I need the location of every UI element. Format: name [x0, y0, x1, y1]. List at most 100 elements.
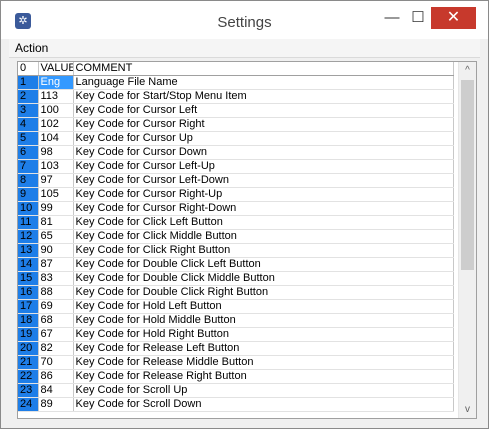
row-index-cell[interactable]: 12	[18, 229, 39, 244]
value-cell[interactable]: 68	[38, 313, 74, 328]
comment-cell[interactable]: Key Code for Cursor Down	[73, 145, 454, 160]
row-index-cell[interactable]: 6	[18, 145, 39, 160]
value-cell[interactable]: 67	[38, 327, 74, 342]
value-cell[interactable]: 82	[38, 341, 74, 356]
row-index-cell[interactable]: 15	[18, 271, 39, 286]
comment-cell[interactable]: Key Code for Release Middle Button	[73, 355, 454, 370]
row-index-cell[interactable]: 1	[18, 75, 39, 90]
value-cell[interactable]: 98	[38, 145, 74, 160]
comment-cell[interactable]: Key Code for Cursor Left-Down	[73, 173, 454, 188]
comment-cell[interactable]: Key Code for Hold Left Button	[73, 299, 454, 314]
comment-cell[interactable]: Key Code for Double Click Middle Button	[73, 271, 454, 286]
table-row[interactable]: 18 68 Key Code for Hold Middle Button	[18, 313, 454, 328]
value-cell[interactable]: 65	[38, 229, 74, 244]
settings-grid[interactable]: 0 VALUE COMMENT 1 Eng Language File Name 2 1…	[17, 61, 477, 419]
comment-cell[interactable]: Key Code for Scroll Up	[73, 383, 454, 398]
comment-cell[interactable]: Key Code for Start/Stop Menu Item	[73, 89, 454, 104]
row-index-cell[interactable]: 24	[18, 397, 39, 412]
comment-cell[interactable]: Key Code for Cursor Up	[73, 131, 454, 146]
table-row[interactable]: 10 99 Key Code for Cursor Right-Down	[18, 201, 454, 216]
row-index-cell[interactable]: 18	[18, 313, 39, 328]
table-row[interactable]: 24 89 Key Code for Scroll Down	[18, 397, 454, 412]
table-row[interactable]: 17 69 Key Code for Hold Left Button	[18, 299, 454, 314]
value-cell[interactable]: 90	[38, 243, 74, 258]
scrollbar-thumb[interactable]	[461, 80, 474, 270]
table-row[interactable]: 8 97 Key Code for Cursor Left-Down	[18, 173, 454, 188]
value-cell[interactable]: 69	[38, 299, 74, 314]
row-index-cell[interactable]: 11	[18, 215, 39, 230]
maximize-button[interactable]: ☐	[405, 7, 431, 29]
row-index-cell[interactable]: 17	[18, 299, 39, 314]
value-cell[interactable]: 87	[38, 257, 74, 272]
row-index-cell[interactable]: 7	[18, 159, 39, 174]
table-row[interactable]: 20 82 Key Code for Release Left Button	[18, 341, 454, 356]
table-row[interactable]: 16 88 Key Code for Double Click Right Butt…	[18, 285, 454, 300]
value-cell[interactable]: 88	[38, 285, 74, 300]
title-bar[interactable]: ✲ Settings — ☐ ✕	[1, 1, 488, 39]
row-index-cell[interactable]: 9	[18, 187, 39, 202]
value-cell[interactable]: 105	[38, 187, 74, 202]
row-index-cell[interactable]: 4	[18, 117, 39, 132]
row-index-cell[interactable]: 8	[18, 173, 39, 188]
value-cell[interactable]: 86	[38, 369, 74, 384]
comment-cell[interactable]: Key Code for Cursor Right-Down	[73, 201, 454, 216]
value-cell[interactable]: 81	[38, 215, 74, 230]
column-header-index[interactable]: 0	[18, 62, 39, 76]
comment-cell[interactable]: Key Code for Cursor Right-Up	[73, 187, 454, 202]
comment-cell[interactable]: Key Code for Hold Right Button	[73, 327, 454, 342]
comment-cell[interactable]: Key Code for Release Right Button	[73, 369, 454, 384]
value-cell[interactable]: 99	[38, 201, 74, 216]
row-index-cell[interactable]: 3	[18, 103, 39, 118]
row-index-cell[interactable]: 22	[18, 369, 39, 384]
menu-item-action[interactable]: Action	[15, 41, 48, 55]
value-cell[interactable]: 103	[38, 159, 74, 174]
value-cell[interactable]: 70	[38, 355, 74, 370]
table-row[interactable]: 12 65 Key Code for Click Middle Button	[18, 229, 454, 244]
scroll-down-arrow-icon[interactable]: v	[459, 401, 476, 418]
comment-cell[interactable]: Key Code for Click Middle Button	[73, 229, 454, 244]
comment-cell[interactable]: Key Code for Double Click Left Button	[73, 257, 454, 272]
row-index-cell[interactable]: 13	[18, 243, 39, 258]
row-index-cell[interactable]: 23	[18, 383, 39, 398]
value-cell[interactable]: 89	[38, 397, 74, 412]
table-row[interactable]: 11 81 Key Code for Click Left Button	[18, 215, 454, 230]
value-cell[interactable]: Eng	[38, 75, 74, 90]
table-row[interactable]: 15 83 Key Code for Double Click Middle But…	[18, 271, 454, 286]
value-cell[interactable]: 104	[38, 131, 74, 146]
value-cell[interactable]: 102	[38, 117, 74, 132]
vertical-scrollbar[interactable]: ^ v	[458, 62, 476, 418]
table-row[interactable]: 3 100 Key Code for Cursor Left	[18, 103, 454, 118]
table-row[interactable]: 14 87 Key Code for Double Click Left Butto…	[18, 257, 454, 272]
table-row[interactable]: 13 90 Key Code for Click Right Button	[18, 243, 454, 258]
row-index-cell[interactable]: 2	[18, 89, 39, 104]
value-cell[interactable]: 100	[38, 103, 74, 118]
comment-cell[interactable]: Key Code for Scroll Down	[73, 397, 454, 412]
comment-cell[interactable]: Key Code for Double Click Right Button	[73, 285, 454, 300]
table-row[interactable]: 4 102 Key Code for Cursor Right	[18, 117, 454, 132]
column-header-value[interactable]: VALUE	[38, 62, 74, 76]
comment-cell[interactable]: Key Code for Click Right Button	[73, 243, 454, 258]
comment-cell[interactable]: Key Code for Cursor Left	[73, 103, 454, 118]
table-row[interactable]: 23 84 Key Code for Scroll Up	[18, 383, 454, 398]
table-row[interactable]: 19 67 Key Code for Hold Right Button	[18, 327, 454, 342]
comment-cell[interactable]: Language File Name	[73, 75, 454, 90]
row-index-cell[interactable]: 19	[18, 327, 39, 342]
row-index-cell[interactable]: 20	[18, 341, 39, 356]
value-cell[interactable]: 97	[38, 173, 74, 188]
scroll-up-arrow-icon[interactable]: ^	[459, 62, 476, 79]
comment-cell[interactable]: Key Code for Click Left Button	[73, 215, 454, 230]
table-row[interactable]: 21 70 Key Code for Release Middle Button	[18, 355, 454, 370]
comment-cell[interactable]: Key Code for Hold Middle Button	[73, 313, 454, 328]
close-button[interactable]: ✕	[431, 7, 476, 29]
row-index-cell[interactable]: 14	[18, 257, 39, 272]
table-row[interactable]: 7 103 Key Code for Cursor Left-Up	[18, 159, 454, 174]
row-index-cell[interactable]: 10	[18, 201, 39, 216]
row-index-cell[interactable]: 21	[18, 355, 39, 370]
row-index-cell[interactable]: 5	[18, 131, 39, 146]
comment-cell[interactable]: Key Code for Cursor Left-Up	[73, 159, 454, 174]
column-header-comment[interactable]: COMMENT	[73, 62, 454, 76]
table-row[interactable]: 6 98 Key Code for Cursor Down	[18, 145, 454, 160]
table-row[interactable]: 22 86 Key Code for Release Right Button	[18, 369, 454, 384]
table-row[interactable]: 1 Eng Language File Name	[18, 75, 454, 90]
value-cell[interactable]: 83	[38, 271, 74, 286]
